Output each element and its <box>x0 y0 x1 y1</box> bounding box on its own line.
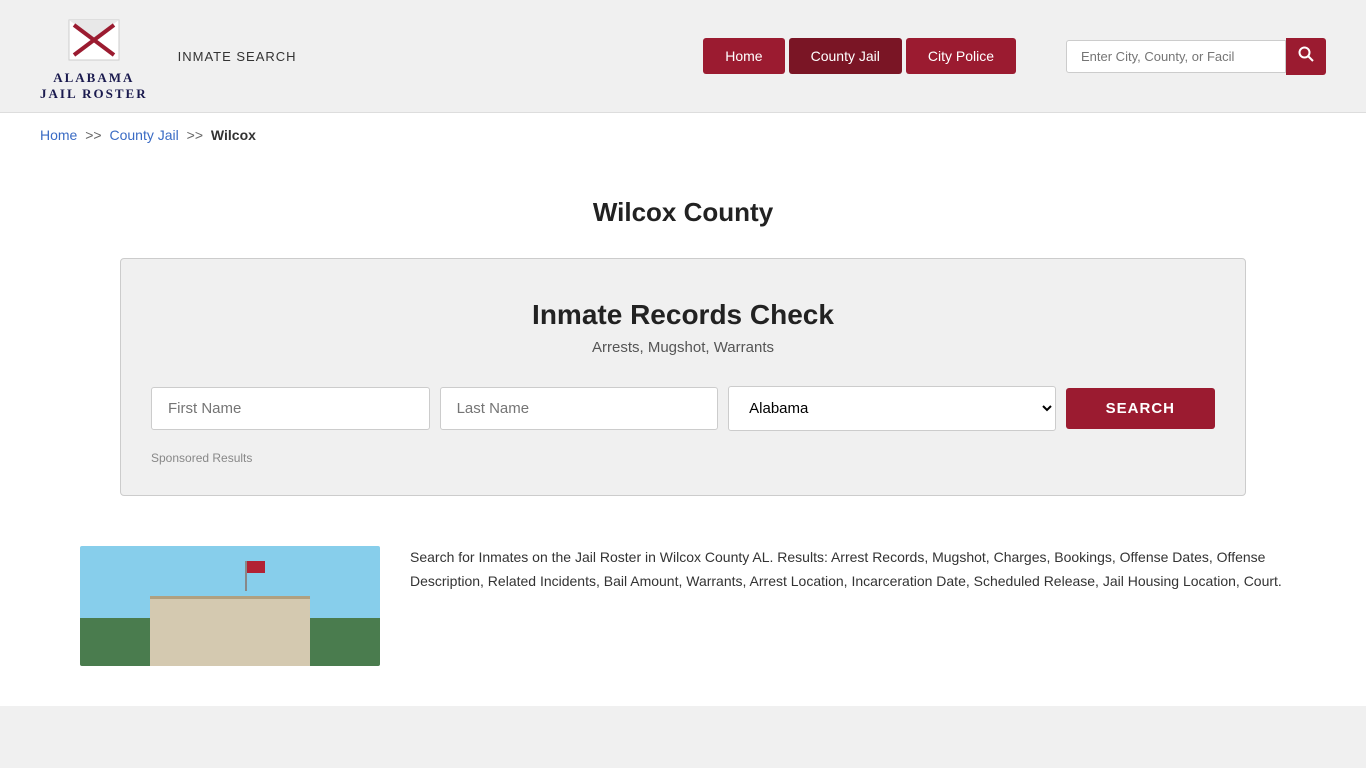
nav-county-jail-button[interactable]: County Jail <box>789 38 902 74</box>
breadcrumb-sep1: >> <box>85 127 101 143</box>
inmate-search-button[interactable]: SEARCH <box>1066 388 1215 429</box>
page-title: Wilcox County <box>40 197 1326 228</box>
header-search-input[interactable] <box>1066 40 1286 73</box>
logo-icon <box>64 10 124 70</box>
flag-pole <box>245 561 247 591</box>
inmate-search-link[interactable]: INMATE SEARCH <box>178 49 297 64</box>
breadcrumb: Home >> County Jail >> Wilcox <box>0 113 1366 157</box>
records-check-subtitle: Arrests, Mugshot, Warrants <box>151 339 1215 356</box>
first-name-input[interactable] <box>151 387 430 430</box>
breadcrumb-home-link[interactable]: Home <box>40 127 77 143</box>
bottom-section: Search for Inmates on the Jail Roster in… <box>40 526 1326 686</box>
logo-text-line1: ALABAMA <box>53 70 134 86</box>
main-content: Wilcox County Inmate Records Check Arres… <box>0 157 1366 706</box>
state-select[interactable]: Alabama Alaska Arizona Arkansas Californ… <box>728 386 1056 431</box>
breadcrumb-sep2: >> <box>187 127 203 143</box>
inmate-search-form: Alabama Alaska Arizona Arkansas Californ… <box>151 386 1215 431</box>
logo-text-line2: JAIL ROSTER <box>40 86 148 102</box>
search-icon <box>1298 46 1314 62</box>
logo-link[interactable]: ALABAMA JAIL ROSTER <box>40 10 148 102</box>
nav-city-police-button[interactable]: City Police <box>906 38 1016 74</box>
site-header: ALABAMA JAIL ROSTER INMATE SEARCH Home C… <box>0 0 1366 113</box>
header-search-button[interactable] <box>1286 38 1326 75</box>
sponsored-label: Sponsored Results <box>151 451 1215 465</box>
header-search-area <box>1066 38 1326 75</box>
jail-description: Search for Inmates on the Jail Roster in… <box>410 546 1286 594</box>
records-check-title: Inmate Records Check <box>151 299 1215 331</box>
breadcrumb-county-jail-link[interactable]: County Jail <box>110 127 179 143</box>
breadcrumb-current: Wilcox <box>211 127 256 143</box>
nav-home-button[interactable]: Home <box>703 38 784 74</box>
last-name-input[interactable] <box>440 387 719 430</box>
records-check-box: Inmate Records Check Arrests, Mugshot, W… <box>120 258 1246 496</box>
jail-building <box>150 596 310 666</box>
main-nav: Home County Jail City Police <box>703 38 1016 74</box>
jail-image <box>80 546 380 666</box>
